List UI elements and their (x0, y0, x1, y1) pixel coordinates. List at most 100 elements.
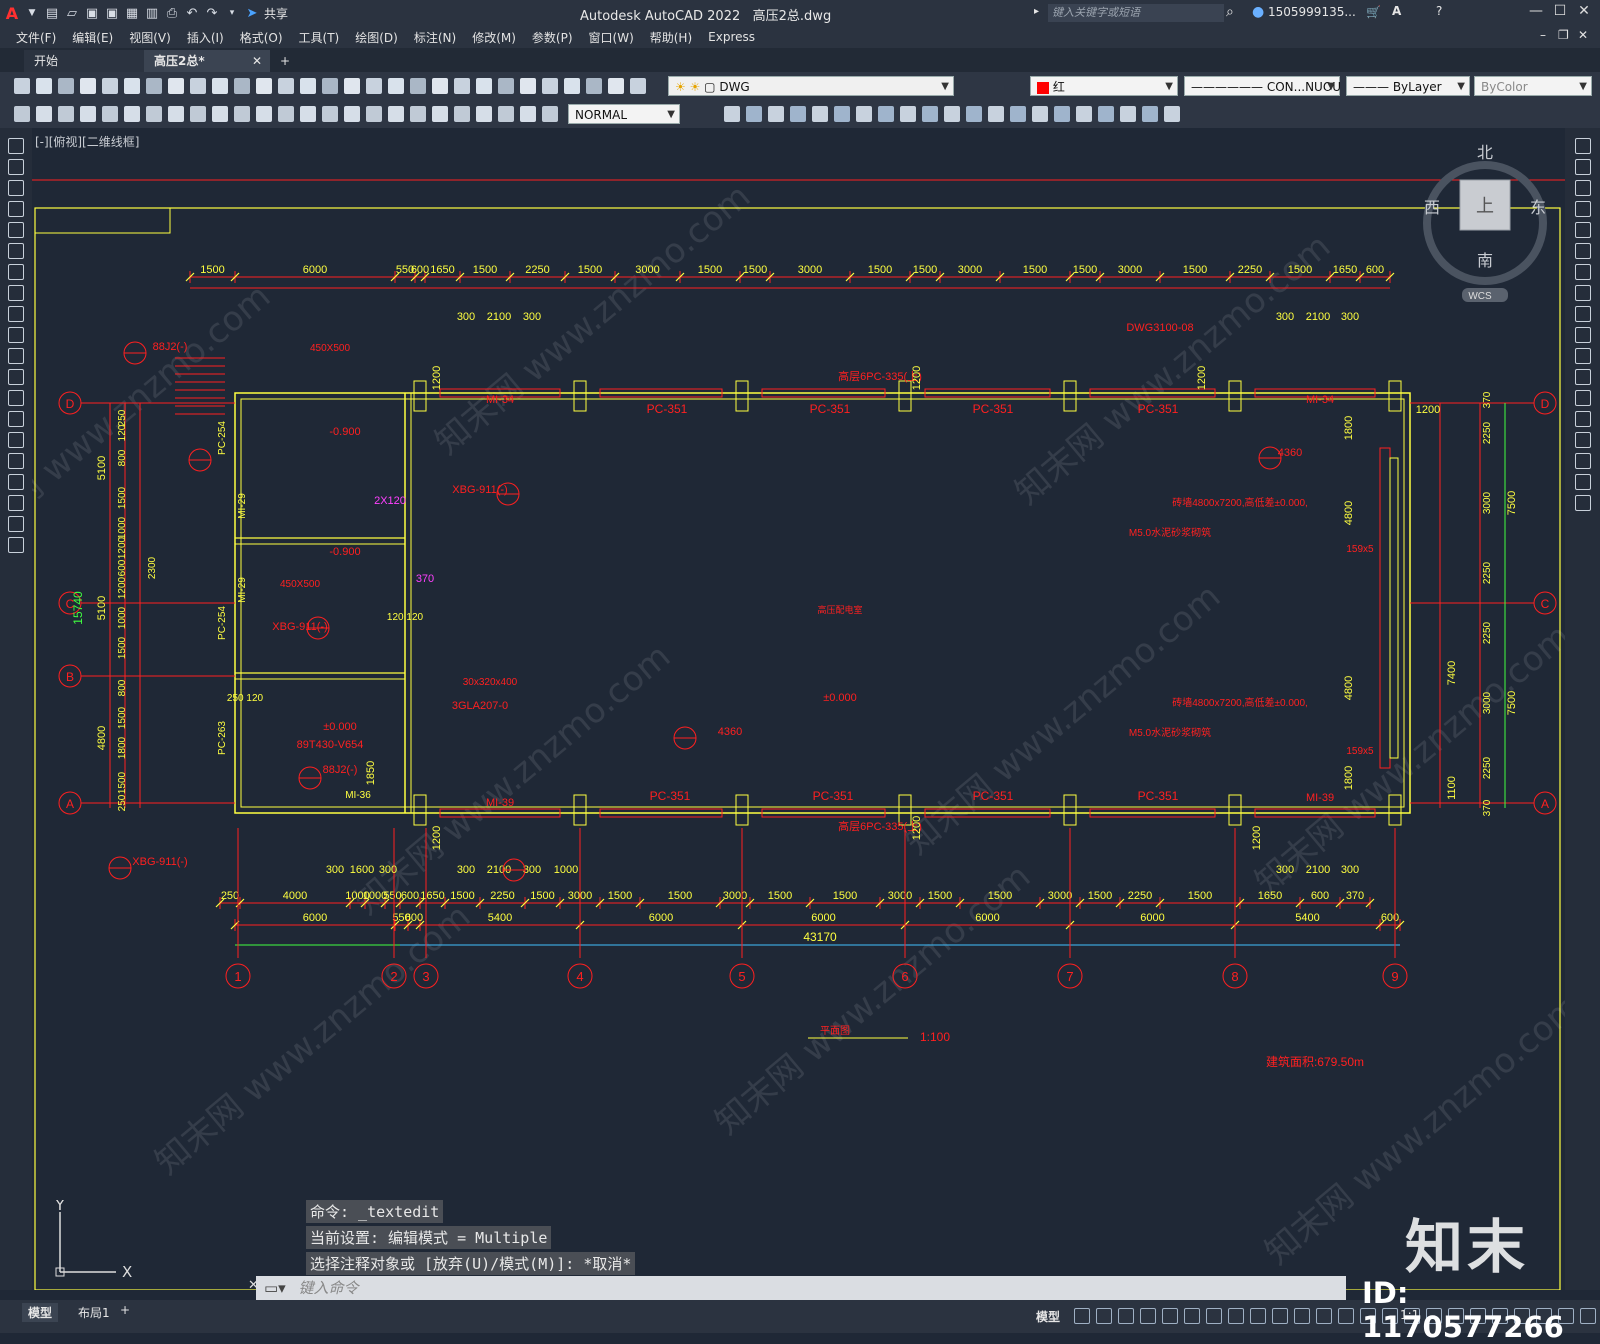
arc-length-icon[interactable] (410, 106, 426, 122)
share-icon[interactable]: ➤ (244, 5, 260, 21)
break-icon[interactable] (1575, 390, 1591, 406)
snap-icon[interactable] (1096, 1308, 1112, 1324)
center-mark-icon[interactable] (256, 106, 272, 122)
textstyle-combo[interactable]: NORMAL ▼ (568, 104, 680, 124)
revision-cloud-icon[interactable] (8, 285, 24, 301)
new-file-icon[interactable]: ▤ (44, 5, 60, 21)
dim-edit-icon[interactable] (322, 106, 338, 122)
match-icon[interactable] (212, 78, 228, 94)
point-icon[interactable] (8, 411, 24, 427)
fillet-icon[interactable] (1575, 453, 1591, 469)
diameter-icon[interactable] (476, 106, 492, 122)
viewport-controls[interactable]: [-][俯视][二维线框] (35, 133, 139, 150)
subtract-icon[interactable] (812, 106, 828, 122)
hatch-icon[interactable] (8, 432, 24, 448)
slice-icon[interactable] (1120, 106, 1136, 122)
union-icon[interactable] (1054, 106, 1070, 122)
grid-icon[interactable] (1074, 1308, 1090, 1324)
command-prompt-icon[interactable]: ▭▾ (264, 1279, 286, 1297)
3d-osnap-icon[interactable] (1338, 1308, 1354, 1324)
menu-draw[interactable]: 绘图(D) (355, 29, 398, 46)
help-icon[interactable] (476, 78, 492, 94)
color-combo[interactable]: 红 ▼ (1030, 76, 1178, 96)
3d-rotate-icon[interactable] (922, 106, 938, 122)
undo-icon[interactable] (234, 78, 250, 94)
section-icon[interactable] (1142, 106, 1158, 122)
isodraft-icon[interactable] (1206, 1308, 1222, 1324)
tab-model[interactable]: 模型 (22, 1303, 59, 1322)
new-icon[interactable] (520, 78, 536, 94)
help-icon[interactable]: ? (1436, 4, 1442, 18)
save-icon[interactable] (58, 78, 74, 94)
dim-update-icon[interactable] (344, 106, 360, 122)
quick-dim-icon[interactable] (168, 106, 184, 122)
subtract-icon[interactable] (1076, 106, 1092, 122)
object-snap-tracking-icon[interactable] (1228, 1308, 1244, 1324)
visual-style-icon[interactable] (944, 106, 960, 122)
jogged-icon[interactable] (300, 106, 316, 122)
ellipse-icon[interactable] (8, 327, 24, 343)
region-icon[interactable] (8, 474, 24, 490)
user-icon[interactable]: ● (1252, 4, 1264, 20)
trim-icon[interactable] (1575, 327, 1591, 343)
tab-close-icon[interactable]: ✕ (252, 50, 262, 72)
sheet-set-icon[interactable] (410, 78, 426, 94)
angular-icon[interactable] (498, 106, 514, 122)
ortho-icon[interactable] (1162, 1308, 1178, 1324)
open-icon[interactable] (542, 78, 558, 94)
copy-icon[interactable] (168, 78, 184, 94)
menu-view[interactable]: 视图(V) (129, 29, 171, 46)
ordinate-icon[interactable] (432, 106, 448, 122)
layer-combo[interactable]: ☀ ☀ ▢ DWG ▼ (668, 76, 954, 96)
tool-palettes-icon[interactable] (388, 78, 404, 94)
publish-icon[interactable]: ▥ (144, 5, 160, 21)
menu-dimension[interactable]: 标注(N) (414, 29, 456, 46)
lineweight-combo[interactable]: ——— ByLayer ▼ (1346, 76, 1470, 96)
dyn-input-icon[interactable] (1140, 1308, 1156, 1324)
extrude-icon[interactable] (1010, 106, 1026, 122)
polyline-icon[interactable] (8, 180, 24, 196)
transparency-icon[interactable] (1294, 1308, 1310, 1324)
save-icon[interactable] (564, 78, 580, 94)
offset-icon[interactable] (1575, 201, 1591, 217)
aligned-dim-icon[interactable] (36, 106, 52, 122)
tab-start[interactable]: 开始 (24, 50, 144, 72)
publish-icon[interactable] (124, 78, 140, 94)
union-icon[interactable] (790, 106, 806, 122)
menu-insert[interactable]: 插入(I) (187, 29, 224, 46)
diameter-icon[interactable] (124, 106, 140, 122)
scale-icon[interactable] (1575, 285, 1591, 301)
plot-icon[interactable]: ▦ (124, 5, 140, 21)
print-icon[interactable] (586, 78, 602, 94)
menu-file[interactable]: 文件(F) (16, 29, 56, 46)
menu-help[interactable]: 帮助(H) (650, 29, 692, 46)
menu-modify[interactable]: 修改(M) (472, 29, 516, 46)
autodesk-a360-icon[interactable]: A (1392, 4, 1401, 18)
line-icon[interactable] (8, 138, 24, 154)
lineweight-icon[interactable] (1272, 1308, 1288, 1324)
continue-icon[interactable] (212, 106, 228, 122)
calculator-icon[interactable] (454, 78, 470, 94)
menu-express[interactable]: Express (708, 30, 755, 44)
save-icon[interactable]: ▣ (84, 5, 100, 21)
user-name[interactable]: 1505999135... (1268, 5, 1356, 19)
3d-box-icon[interactable] (724, 106, 740, 122)
app-menu-arrow-icon[interactable]: ▼ (24, 5, 40, 21)
search-arrow-icon[interactable]: ▸ (1034, 6, 1039, 17)
menu-format[interactable]: 格式(O) (240, 29, 283, 46)
mirror-icon[interactable] (1575, 180, 1591, 196)
revolve-icon[interactable] (1032, 106, 1048, 122)
make-block-icon[interactable] (8, 390, 24, 406)
plotstyle-combo[interactable]: ByColor ▼ (1474, 76, 1592, 96)
cart-icon[interactable]: 🛒 (1366, 5, 1381, 19)
tab-gaoya2[interactable]: 高压2总* ✕ (144, 50, 270, 72)
ellipse-arc-icon[interactable] (8, 348, 24, 364)
construction-line-icon[interactable] (8, 159, 24, 175)
render-icon[interactable] (966, 106, 982, 122)
publish-icon[interactable] (630, 78, 646, 94)
intersect-icon[interactable] (834, 106, 850, 122)
section-icon[interactable] (878, 106, 894, 122)
ordinate-icon[interactable] (80, 106, 96, 122)
rotate-icon[interactable] (1575, 264, 1591, 280)
table-icon[interactable] (8, 495, 24, 511)
